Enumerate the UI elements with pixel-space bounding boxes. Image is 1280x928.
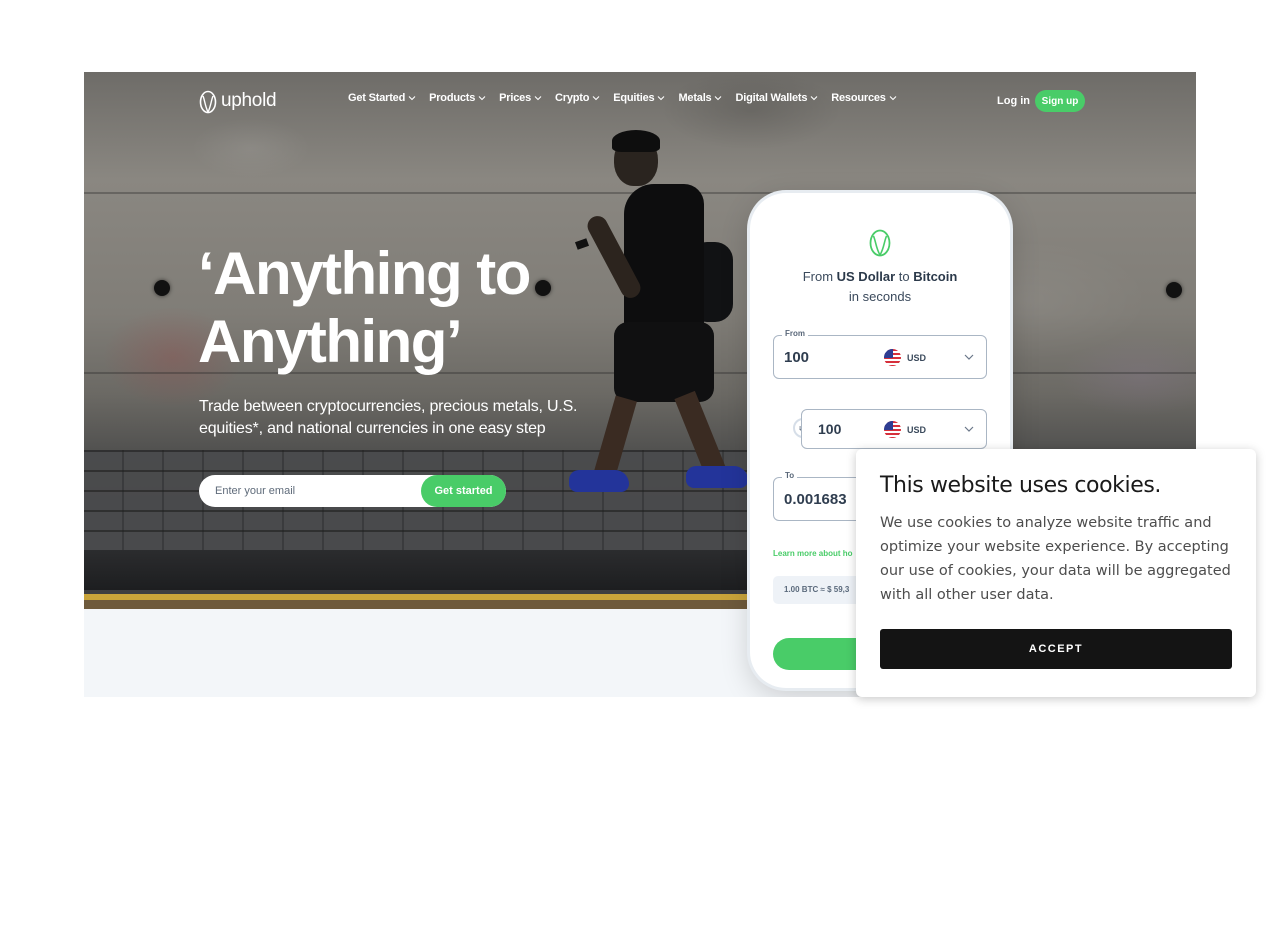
cookie-title: This website uses cookies. <box>880 473 1162 498</box>
person-shoe <box>686 466 748 488</box>
menu-resources[interactable]: Resources <box>831 92 897 104</box>
menu-label: Prices <box>499 92 531 104</box>
from-currency-select[interactable]: USD <box>884 349 926 366</box>
from-amount: 100 <box>784 349 810 366</box>
menu-metals[interactable]: Metals <box>678 92 722 104</box>
person-shoe <box>569 470 629 492</box>
intermediate-field[interactable]: 100 USD <box>801 409 987 449</box>
email-signup-form: Get started <box>199 475 506 507</box>
uphold-logo[interactable]: uphold <box>199 88 277 114</box>
title-subline: in seconds <box>848 289 912 304</box>
uphold-logo-icon <box>199 90 217 114</box>
chevron-down-icon <box>658 96 665 101</box>
chevron-down-icon <box>478 96 486 101</box>
menu-label: Digital Wallets <box>735 92 808 104</box>
menu-label: Products <box>429 92 476 104</box>
title-text: From <box>802 269 837 284</box>
accept-cookies-button[interactable]: ACCEPT <box>880 629 1232 669</box>
chevron-down-icon <box>964 426 974 432</box>
menu-label: Resources <box>831 92 886 104</box>
hero-subhead: Trade between cryptocurrencies, precious… <box>199 396 619 440</box>
us-flag-icon <box>884 349 901 366</box>
menu-prices[interactable]: Prices <box>499 92 542 104</box>
currency-code: USD <box>907 352 927 363</box>
chevron-down-icon <box>715 96 722 101</box>
us-flag-icon <box>884 421 901 438</box>
email-input[interactable] <box>199 475 419 507</box>
menu-crypto[interactable]: Crypto <box>555 92 600 104</box>
cookie-message: We use cookies to analyze website traffi… <box>880 515 1231 603</box>
wall-bolt <box>1166 282 1182 298</box>
chevron-down-icon <box>592 96 600 101</box>
menu-get-started[interactable]: Get Started <box>348 92 416 104</box>
top-nav: uphold Get Started Products Prices Crypt… <box>84 72 1196 130</box>
logo-text: uphold <box>221 90 277 111</box>
menu-label: Equities <box>613 92 655 104</box>
title-to-currency: Bitcoin <box>913 269 958 284</box>
subhead-line: equities*, and national currencies in on… <box>199 420 546 437</box>
to-amount: 0.001683 <box>784 491 847 508</box>
chevron-down-icon <box>810 96 818 101</box>
headline-line: Anything’ <box>198 308 463 375</box>
from-label: From <box>782 329 808 338</box>
signup-button[interactable]: Sign up <box>1035 90 1085 112</box>
from-field[interactable]: From 100 USD <box>773 329 987 379</box>
menu-label: Metals <box>678 92 712 104</box>
menu-products[interactable]: Products <box>429 92 486 104</box>
chevron-down-icon <box>964 354 974 360</box>
cookie-banner: This website uses cookies. We use cookie… <box>856 449 1256 697</box>
hero-headline: ‘Anything to Anything’ <box>198 240 658 376</box>
chevron-down-icon <box>889 96 897 101</box>
intermediate-amount: 100 <box>818 421 842 437</box>
chevron-down-icon <box>408 96 416 101</box>
to-label: To <box>782 471 798 480</box>
menu-equities[interactable]: Equities <box>613 92 665 104</box>
menu-label: Crypto <box>555 92 590 104</box>
get-started-button[interactable]: Get started <box>421 475 506 507</box>
title-from-currency: US Dollar <box>836 269 896 284</box>
uphold-logo-icon <box>869 229 891 257</box>
converter-title: From US Dollar to Bitcoin in seconds <box>750 267 1010 307</box>
login-link[interactable]: Log in <box>997 95 1030 107</box>
person-hair <box>612 130 660 152</box>
intermediate-currency-select[interactable]: USD <box>884 421 926 438</box>
currency-code: USD <box>907 424 927 435</box>
headline-line: ‘Anything to <box>198 240 531 307</box>
subhead-line: Trade between cryptocurrencies, precious… <box>199 398 578 415</box>
title-text: to <box>895 269 914 284</box>
main-menu: Get Started Products Prices Crypto Equit… <box>348 92 910 104</box>
wall-bolt <box>154 280 170 296</box>
chevron-down-icon <box>534 96 542 101</box>
menu-digital-wallets[interactable]: Digital Wallets <box>735 92 818 104</box>
menu-label: Get Started <box>348 92 406 104</box>
learn-more-link[interactable]: Learn more about ho <box>773 549 853 558</box>
